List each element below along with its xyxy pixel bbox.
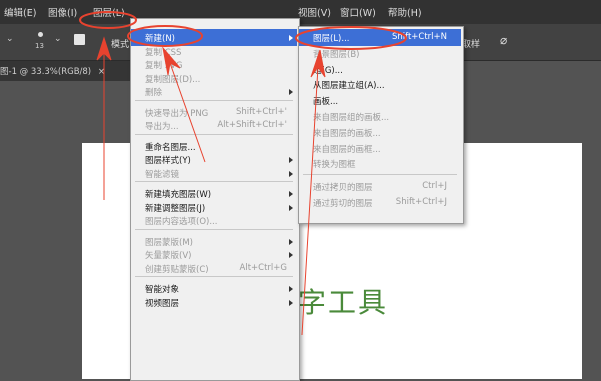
- layer-menu-item-4[interactable]: 删除: [131, 83, 297, 100]
- chevron-down-icon[interactable]: ⌄: [6, 34, 14, 44]
- menu-item-label: 画板...: [313, 97, 339, 108]
- menu-item-label: 来自图层的画板...: [313, 128, 381, 139]
- submenu-arrow-icon: [289, 157, 293, 163]
- new-submenu-item-5[interactable]: 来自图层组的画板...: [299, 108, 461, 125]
- menu-item-label: 创建剪贴蒙版(C): [145, 264, 209, 275]
- menu-item-label: 转换为图框: [313, 160, 356, 171]
- new-submenu-item-7[interactable]: 来自图层的画框...: [299, 140, 461, 157]
- menu-item-label: 图层内容选项(O)...: [145, 217, 218, 227]
- menu-item-label: 背景图层(B): [313, 49, 360, 60]
- canvas-text: 字工具: [298, 286, 389, 319]
- menu-item-label: 删除: [145, 88, 163, 98]
- layer-menu-item-22[interactable]: 视频图层: [131, 294, 297, 311]
- menu-item-label: 图层(L)...: [313, 34, 350, 44]
- menu-separator: [135, 99, 293, 101]
- menu-bar: 编辑(E) 图像(I) 图层(L) 视图(V) 窗口(W) 帮助(H): [0, 0, 601, 24]
- menu-layer[interactable]: 图层(L): [93, 5, 125, 19]
- menu-separator: [135, 276, 293, 277]
- submenu-arrow-icon: [289, 204, 293, 211]
- document-tab-label: 图-1 @ 33.3%(RGB/8): [0, 67, 92, 77]
- document-tab-bar: 图-1 @ 33.3%(RGB/8) ×: [0, 61, 130, 81]
- new-submenu-item-b[interactable]: 背景图层(B): [299, 45, 461, 62]
- brush-panel-icon[interactable]: [74, 34, 85, 45]
- new-submenu-item-10[interactable]: 通过拷贝的图层 Ctrl+J: [299, 178, 461, 195]
- document-tab[interactable]: 图-1 @ 33.3%(RGB/8) ×: [0, 65, 105, 77]
- sample-label: 取样: [462, 40, 481, 50]
- new-submenu-item-6[interactable]: 来自图层的画板...: [299, 124, 461, 141]
- new-submenu-item-a[interactable]: 从图层建立组(A)...: [299, 76, 461, 93]
- submenu-arrow-icon: [289, 170, 293, 177]
- brush-size-value: 13: [35, 42, 44, 50]
- pressure-icon[interactable]: ⌀: [500, 33, 507, 47]
- submenu-arrow-icon: [289, 299, 293, 306]
- menu-item-shortcut: Alt+Ctrl+G: [239, 262, 287, 273]
- new-submenu-item-4[interactable]: 画板...: [299, 92, 461, 109]
- chevron-down-icon[interactable]: ⌄: [54, 34, 62, 44]
- layer-menu-item-o[interactable]: 图层内容选项(O)...: [131, 212, 297, 229]
- menu-item-label: 导出为...: [145, 122, 179, 132]
- menu-window[interactable]: 窗口(W): [340, 5, 376, 19]
- mode-label: 模式: [111, 40, 130, 50]
- menu-item-label: 来自图层的画框...: [313, 144, 381, 155]
- layer-menu-item-c[interactable]: 创建剪贴蒙版(C) Alt+Ctrl+G: [131, 260, 297, 277]
- menu-item-label: 从图层建立组(A)...: [313, 81, 385, 92]
- new-submenu-item-g[interactable]: 组(G)...: [299, 61, 461, 78]
- menu-item-shortcut: Shift+Ctrl+': [235, 106, 287, 117]
- menu-separator: [135, 133, 293, 135]
- submenu-arrow-icon: [289, 89, 293, 95]
- menu-item-label: 组(G)...: [313, 65, 343, 76]
- menu-item-label: 视频图层: [145, 298, 180, 309]
- layer-menu-item-7[interactable]: 导出为... Alt+Shift+Ctrl+': [131, 117, 297, 134]
- new-submenu-item-l[interactable]: 图层(L)... Shift+Ctrl+N: [299, 29, 461, 46]
- close-icon[interactable]: ×: [98, 67, 105, 77]
- menu-image[interactable]: 图像(I): [48, 5, 77, 19]
- menu-separator: [135, 228, 293, 230]
- menu-view[interactable]: 视图(V): [298, 5, 331, 19]
- submenu-arrow-icon: [289, 238, 293, 245]
- submenu-arrow-icon: [289, 35, 293, 41]
- menu-edit[interactable]: 编辑(E): [4, 5, 36, 19]
- submenu-arrow-icon: [289, 252, 293, 258]
- menu-item-label: 来自图层组的画板...: [313, 113, 390, 123]
- brush-preset-picker[interactable]: 13: [34, 30, 48, 54]
- menu-item-shortcut: Shift+Ctrl+J: [395, 197, 447, 207]
- new-submenu-item-11[interactable]: 通过剪切的图层 Shift+Ctrl+J: [299, 194, 461, 211]
- menu-item-label: 通过拷贝的图层: [313, 183, 373, 194]
- menu-item-shortcut: Ctrl+J: [422, 181, 447, 192]
- new-submenu: 图层(L)... Shift+Ctrl+N 背景图层(B) 组(G)... 从图层建立组…: [298, 26, 464, 224]
- menu-item-shortcut: Shift+Ctrl+N: [391, 32, 447, 42]
- layer-menu-item-11[interactable]: 智能滤镜: [131, 165, 297, 182]
- menu-separator: [135, 181, 293, 182]
- brush-dot-icon: [38, 32, 43, 37]
- new-submenu-item-8[interactable]: 转换为图框: [299, 155, 461, 172]
- submenu-arrow-icon: [289, 286, 293, 292]
- menu-separator: [303, 174, 457, 176]
- menu-item-label: 通过剪切的图层: [313, 199, 373, 209]
- submenu-arrow-icon: [289, 191, 293, 197]
- layer-menu: 新建(N) 复制 CSS 复制 SVG 复制图层(D)... 删除 快速导出为 PNG Sh…: [130, 18, 300, 381]
- menu-help[interactable]: 帮助(H): [388, 5, 422, 19]
- menu-item-shortcut: Alt+Shift+Ctrl+': [217, 120, 287, 130]
- menu-item-label: 智能滤镜: [145, 169, 180, 180]
